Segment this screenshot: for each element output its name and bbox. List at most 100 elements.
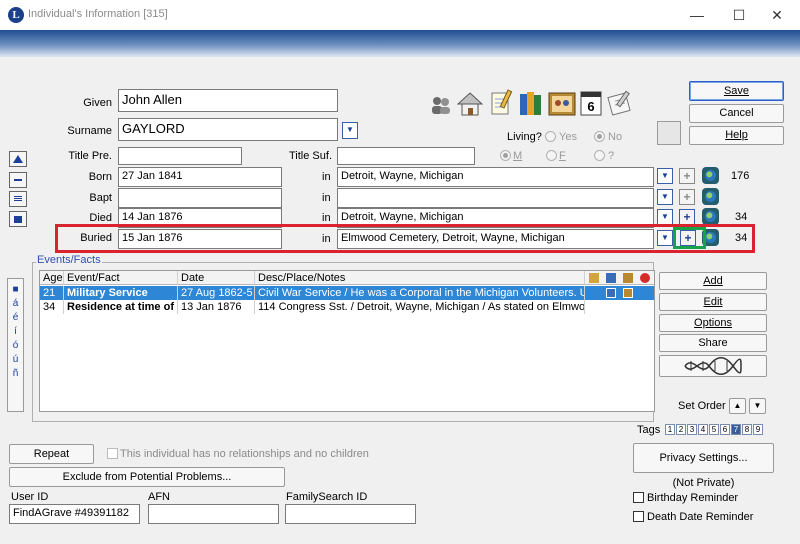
surname-field[interactable]: GAYLORD [118,118,338,141]
alert-col-icon [640,273,650,283]
died-in-label: in [322,212,331,224]
special-char-o[interactable]: ó [8,339,23,353]
born-date-field[interactable]: 27 Jan 1841 [118,167,282,187]
bapt-add-button[interactable]: + [679,189,695,205]
sources-icon[interactable] [518,89,544,117]
died-count: 34 [735,211,748,223]
living-yes-radio[interactable] [545,131,556,142]
user-id-label: User ID [11,491,49,503]
order-up-button[interactable]: ▲ [729,398,746,414]
privacy-settings-button[interactable]: Privacy Settings... [633,443,774,473]
tag-8-box[interactable]: 8 [742,424,752,435]
bapt-place-field[interactable] [337,188,654,208]
special-char-u[interactable]: ú [8,353,23,367]
options-button[interactable]: Options [659,314,767,332]
title-suf-field[interactable] [337,147,475,165]
dna-button[interactable] [659,355,767,377]
add-button[interactable]: Add [659,272,767,290]
born-label: Born [88,171,112,183]
tag-4-box[interactable]: 4 [698,424,708,435]
row-age: 21 [40,286,64,300]
tag-1-box[interactable]: 1 [665,424,675,435]
tag-6-box[interactable]: 6 [720,424,730,435]
died-add-button[interactable]: + [679,209,695,225]
people-icon[interactable] [430,95,452,115]
familysearch-id-label: FamilySearch ID [286,491,368,503]
save-label: Save [723,85,750,97]
tag-5-box[interactable]: 5 [709,424,719,435]
repeat-button[interactable]: Repeat [9,444,94,464]
bapt-globe-icon[interactable] [702,188,719,205]
home-icon[interactable] [456,91,484,117]
tag-3-box[interactable]: 3 [687,424,697,435]
no-relationships-checkbox[interactable] [107,448,118,459]
born-add-button[interactable]: + [679,168,695,184]
minimize-button[interactable]: — [682,4,712,26]
special-char-e[interactable]: é [8,311,23,325]
edit-button[interactable]: Edit [659,293,767,311]
buried-add-button-highlight [673,227,706,249]
move-up-button[interactable] [9,151,27,167]
tasks-icon[interactable] [607,89,633,117]
exclude-problems-button[interactable]: Exclude from Potential Problems... [9,467,285,487]
died-globe-icon[interactable] [702,208,719,225]
born-globe-icon[interactable] [702,167,719,184]
title-pre-field[interactable] [118,147,242,165]
tag-9-box[interactable]: 9 [753,424,763,435]
col-desc[interactable]: Desc/Place/Notes [255,271,585,285]
col-age[interactable]: Age [40,271,64,285]
special-char-a[interactable]: á [8,297,23,311]
table-row[interactable]: 34 Residence at time of de 13 Jan 1876 1… [40,300,654,314]
sex-female-label: F [559,150,566,162]
special-char-toggle-icon[interactable]: ■ [8,283,23,297]
cancel-button[interactable]: Cancel [689,104,784,123]
born-place-field[interactable]: Detroit, Wayne, Michigan [337,167,654,187]
sex-female-radio[interactable] [546,150,557,161]
close-button[interactable]: ✕ [762,4,792,26]
media-col-icon [623,273,633,283]
share-button[interactable]: Share [659,334,767,352]
row-age: 34 [40,300,64,314]
bapt-date-field[interactable] [118,188,282,208]
special-characters-strip: ■ á é í ó ú ñ [7,278,24,412]
given-label: Given [83,97,112,109]
afn-field[interactable] [148,504,279,524]
bapt-place-dropdown[interactable]: ▼ [657,189,673,205]
tag-2-box[interactable]: 2 [676,424,686,435]
col-date[interactable]: Date [178,271,255,285]
events-table[interactable]: Age Event/Fact Date Desc/Place/Notes 21 … [39,270,655,412]
living-yes-label: Yes [559,131,577,143]
bapt-in-label: in [322,192,331,204]
special-char-i[interactable]: í [8,325,23,339]
special-char-n[interactable]: ñ [8,367,23,381]
living-no-radio[interactable] [594,131,605,142]
sex-unknown-radio[interactable] [594,150,605,161]
books-col-icon [606,273,616,283]
maximize-button[interactable]: ☐ [724,4,754,26]
notes-icon[interactable] [489,89,513,117]
order-down-button[interactable]: ▼ [749,398,766,414]
sex-unknown-label: ? [608,150,615,162]
familysearch-id-field[interactable] [285,504,416,524]
user-id-field[interactable]: FindAGrave #49391182 [9,504,140,524]
calendar-icon[interactable]: 6 [579,89,603,117]
given-field[interactable]: John Allen [118,89,338,112]
svg-text:6: 6 [587,99,594,114]
col-event[interactable]: Event/Fact [64,271,178,285]
events-table-header: Age Event/Fact Date Desc/Place/Notes [40,271,654,285]
death-date-reminder-checkbox[interactable] [633,511,644,522]
collapse-button[interactable] [9,172,27,188]
table-row[interactable]: 21 Military Service 27 Aug 1862-5 ... Ci… [40,286,654,300]
photo-placeholder[interactable] [657,121,681,145]
help-button[interactable]: Help [689,126,784,145]
sex-male-radio[interactable] [500,150,511,161]
born-place-dropdown[interactable]: ▼ [657,168,673,184]
surname-dropdown-button[interactable]: ▼ [342,122,358,139]
died-place-dropdown[interactable]: ▼ [657,209,673,225]
square-button[interactable] [9,211,27,227]
save-button[interactable]: Save [689,81,784,101]
birthday-reminder-checkbox[interactable] [633,492,644,503]
list-button[interactable] [9,191,27,207]
tag-7-box[interactable]: 7 [731,424,741,435]
media-icon[interactable] [548,91,576,117]
